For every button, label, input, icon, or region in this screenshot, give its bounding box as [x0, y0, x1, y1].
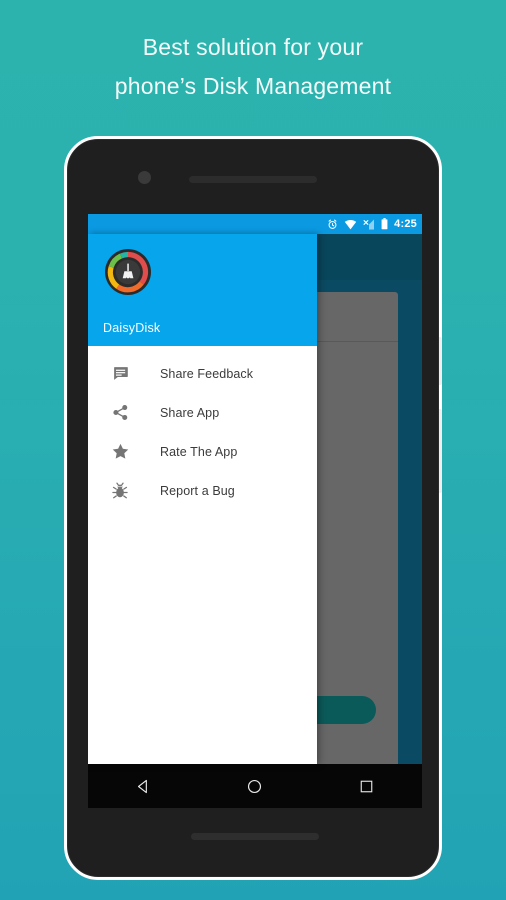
volume-button[interactable]: [439, 409, 442, 493]
drawer-app-name: DaisyDisk: [103, 321, 161, 335]
front-camera-icon: [138, 171, 151, 184]
earpiece-speaker-icon: [189, 176, 317, 183]
home-button[interactable]: [235, 773, 275, 799]
power-button[interactable]: [439, 337, 442, 385]
chat-bubble-icon: [107, 361, 133, 387]
share-icon: [107, 400, 133, 426]
battery-icon: [381, 218, 388, 230]
promo-headline-line1: Best solution for your: [142, 34, 364, 60]
drawer-item-share-feedback[interactable]: Share Feedback: [88, 354, 317, 393]
bottom-speaker-icon: [191, 833, 319, 840]
drawer-item-rate-the-app[interactable]: Rate The App: [88, 432, 317, 471]
drawer-header: DaisyDisk: [88, 234, 317, 346]
navigation-drawer: DaisyDisk Share Feedback Share App Rate …: [88, 234, 317, 764]
status-bar-clock: 4:25: [394, 218, 417, 230]
star-icon: [107, 439, 133, 465]
drawer-menu-list: Share Feedback Share App Rate The App Re…: [88, 346, 317, 510]
status-bar: 4:25: [88, 214, 422, 234]
drawer-item-label: Share Feedback: [160, 366, 254, 381]
android-navigation-bar: [88, 764, 422, 808]
phone-device-frame: 4:25 DaisyDisk Share Feedback Share App …: [64, 136, 442, 880]
drawer-item-label: Share App: [160, 405, 220, 420]
signal-off-icon: [363, 219, 375, 230]
bug-icon: [107, 478, 133, 504]
promo-headline-line2: phone’s Disk Management: [114, 73, 392, 99]
drawer-item-share-app[interactable]: Share App: [88, 393, 317, 432]
status-bar-icons: 4:25: [327, 218, 417, 230]
recents-button[interactable]: [346, 773, 386, 799]
drawer-item-label: Rate The App: [160, 444, 238, 459]
drawer-item-label: Report a Bug: [160, 483, 235, 498]
drawer-item-report-a-bug[interactable]: Report a Bug: [88, 471, 317, 510]
wifi-icon: [344, 219, 357, 230]
daisydisk-logo: [104, 248, 152, 296]
phone-screen: 4:25 DaisyDisk Share Feedback Share App …: [88, 214, 422, 808]
promo-headline: Best solution for your phone’s Disk Mana…: [0, 28, 506, 106]
back-button[interactable]: [124, 773, 164, 799]
alarm-icon: [327, 219, 338, 230]
